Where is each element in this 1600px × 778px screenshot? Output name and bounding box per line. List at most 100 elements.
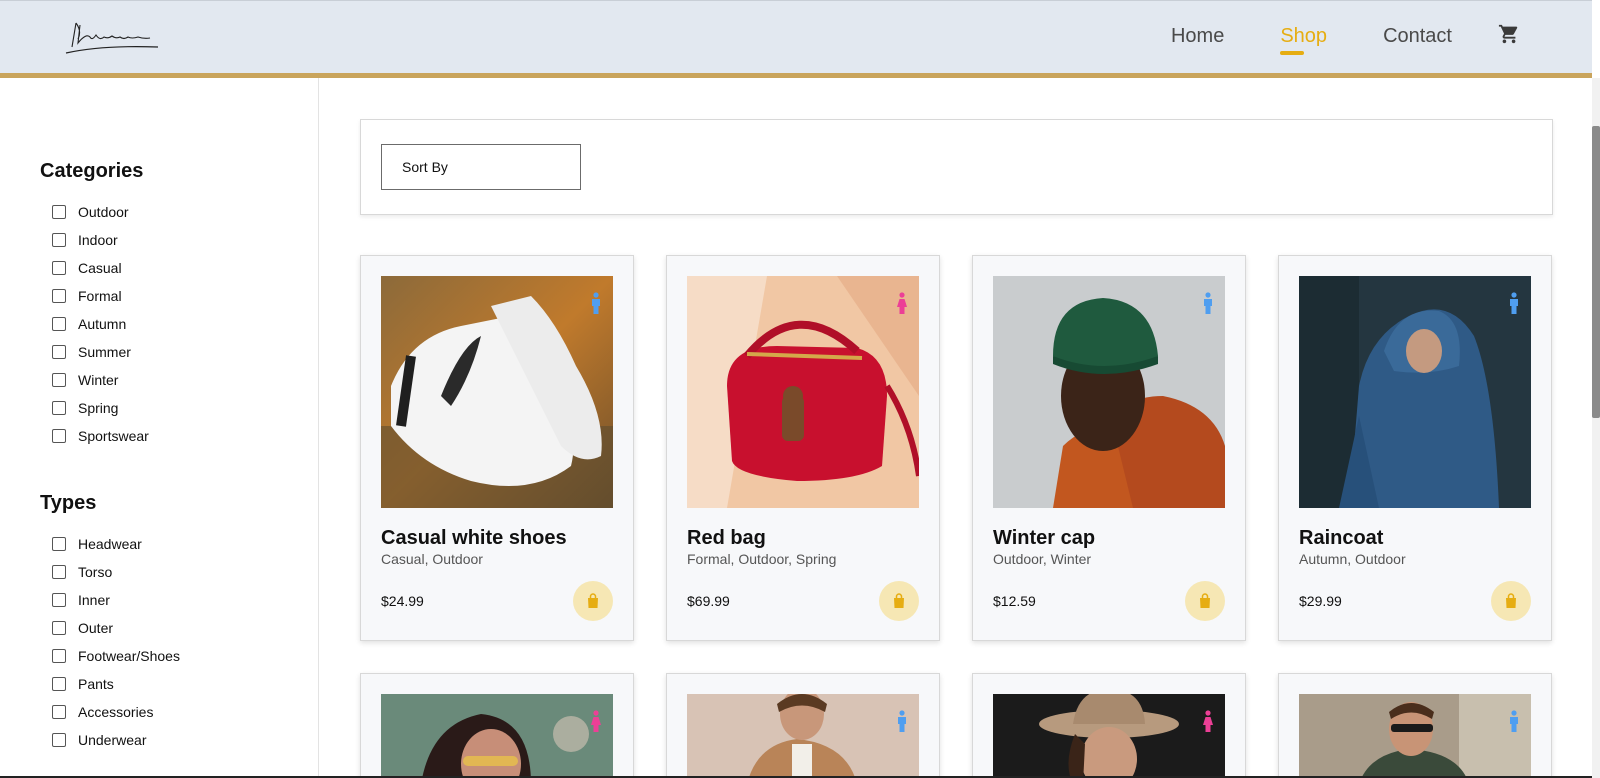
product-card[interactable]	[360, 673, 634, 778]
checkbox-label: Accessories	[78, 704, 154, 720]
checkbox-label: Indoor	[78, 232, 118, 248]
product-image[interactable]	[993, 694, 1225, 778]
checkbox[interactable]	[52, 233, 66, 247]
checkbox[interactable]	[52, 429, 66, 443]
checkbox[interactable]	[52, 565, 66, 579]
checkbox-label: Sportswear	[78, 428, 149, 444]
checkbox-label: Headwear	[78, 536, 142, 552]
type-footwear[interactable]: Footwear/Shoes	[52, 642, 180, 670]
category-spring[interactable]: Spring	[52, 394, 149, 422]
add-to-cart-button[interactable]	[879, 581, 919, 621]
checkbox-label: Formal	[78, 288, 122, 304]
product-card[interactable]	[1278, 673, 1552, 778]
product-price: $69.99	[687, 593, 730, 609]
checkbox[interactable]	[52, 677, 66, 691]
sort-panel: Sort By	[360, 119, 1553, 215]
checkbox[interactable]	[52, 317, 66, 331]
category-outdoor[interactable]: Outdoor	[52, 198, 149, 226]
sort-by-select[interactable]: Sort By	[381, 144, 581, 190]
category-sportswear[interactable]: Sportswear	[52, 422, 149, 450]
checkbox-label: Inner	[78, 592, 110, 608]
male-icon	[898, 710, 906, 732]
checkbox[interactable]	[52, 649, 66, 663]
checkbox-label: Outer	[78, 620, 114, 636]
category-winter[interactable]: Winter	[52, 366, 149, 394]
nav-shop[interactable]: Shop	[1280, 23, 1327, 55]
product-card[interactable]	[666, 673, 940, 778]
brand-logo[interactable]	[62, 17, 162, 57]
category-autumn[interactable]: Autumn	[52, 310, 149, 338]
product-image[interactable]	[687, 276, 919, 508]
checkbox[interactable]	[52, 593, 66, 607]
checkbox[interactable]	[52, 401, 66, 415]
type-torso[interactable]: Torso	[52, 558, 180, 586]
product-image[interactable]	[993, 276, 1225, 508]
category-formal[interactable]: Formal	[52, 282, 149, 310]
checkbox[interactable]	[52, 537, 66, 551]
type-outer[interactable]: Outer	[52, 614, 180, 642]
scrollbar-thumb[interactable]	[1592, 126, 1600, 418]
checkbox[interactable]	[52, 289, 66, 303]
product-image[interactable]	[381, 694, 613, 778]
checkbox-label: Autumn	[78, 316, 127, 332]
checkbox-label: Spring	[78, 400, 119, 416]
add-to-cart-button[interactable]	[1185, 581, 1225, 621]
product-image[interactable]	[381, 276, 613, 508]
category-indoor[interactable]: Indoor	[52, 226, 149, 254]
male-icon	[1510, 292, 1518, 314]
checkbox[interactable]	[52, 205, 66, 219]
checkbox[interactable]	[52, 705, 66, 719]
type-underwear[interactable]: Underwear	[52, 726, 180, 754]
type-pants[interactable]: Pants	[52, 670, 180, 698]
category-casual[interactable]: Casual	[52, 254, 149, 282]
male-icon	[592, 292, 600, 314]
checkbox[interactable]	[52, 733, 66, 747]
types-title: Types	[40, 492, 97, 514]
shopping-bag-icon	[588, 593, 598, 608]
category-summer[interactable]: Summer	[52, 338, 149, 366]
product-card[interactable]: Red bag Formal, Outdoor, Spring $69.99	[666, 255, 940, 641]
checkbox-label: Torso	[78, 564, 113, 580]
checkbox-label: Casual	[78, 260, 122, 276]
nav-home[interactable]: Home	[1171, 23, 1224, 49]
product-card[interactable]: Raincoat Autumn, Outdoor $29.99	[1278, 255, 1552, 641]
checkbox-label: Pants	[78, 676, 114, 692]
female-icon	[1203, 710, 1213, 732]
product-tags: Autumn, Outdoor	[1299, 551, 1406, 567]
type-headwear[interactable]: Headwear	[52, 530, 180, 558]
add-to-cart-button[interactable]	[573, 581, 613, 621]
product-card[interactable]	[972, 673, 1246, 778]
shopping-bag-icon	[1200, 593, 1210, 608]
product-image[interactable]	[1299, 276, 1531, 508]
page-scrollbar[interactable]	[1592, 78, 1600, 778]
product-card[interactable]: Winter cap Outdoor, Winter $12.59	[972, 255, 1246, 641]
checkbox[interactable]	[52, 373, 66, 387]
shopping-bag-icon	[1506, 593, 1516, 608]
type-inner[interactable]: Inner	[52, 586, 180, 614]
checkbox-label: Underwear	[78, 732, 147, 748]
male-icon	[1204, 292, 1212, 314]
product-price: $12.59	[993, 593, 1036, 609]
checkbox-label: Outdoor	[78, 204, 129, 220]
categories-list: Outdoor Indoor Casual Formal Autumn Summ…	[52, 198, 149, 450]
type-accessories[interactable]: Accessories	[52, 698, 180, 726]
checkbox[interactable]	[52, 621, 66, 635]
product-title: Casual white shoes	[381, 527, 567, 549]
product-tags: Casual, Outdoor	[381, 551, 483, 567]
product-title: Winter cap	[993, 527, 1096, 549]
cart-icon[interactable]	[1498, 23, 1520, 45]
product-tags: Outdoor, Winter	[993, 551, 1092, 567]
product-title: Raincoat	[1299, 527, 1384, 549]
male-icon	[1510, 710, 1518, 732]
product-image[interactable]	[687, 694, 919, 778]
nav-contact[interactable]: Contact	[1383, 23, 1452, 49]
checkbox[interactable]	[52, 345, 66, 359]
checkbox-label: Summer	[78, 344, 131, 360]
female-icon	[591, 710, 601, 732]
checkbox[interactable]	[52, 261, 66, 275]
product-card[interactable]: Casual white shoes Casual, Outdoor $24.9…	[360, 255, 634, 641]
add-to-cart-button[interactable]	[1491, 581, 1531, 621]
product-price: $29.99	[1299, 593, 1342, 609]
main-nav: Home Shop Contact	[1171, 23, 1452, 55]
product-image[interactable]	[1299, 694, 1531, 778]
